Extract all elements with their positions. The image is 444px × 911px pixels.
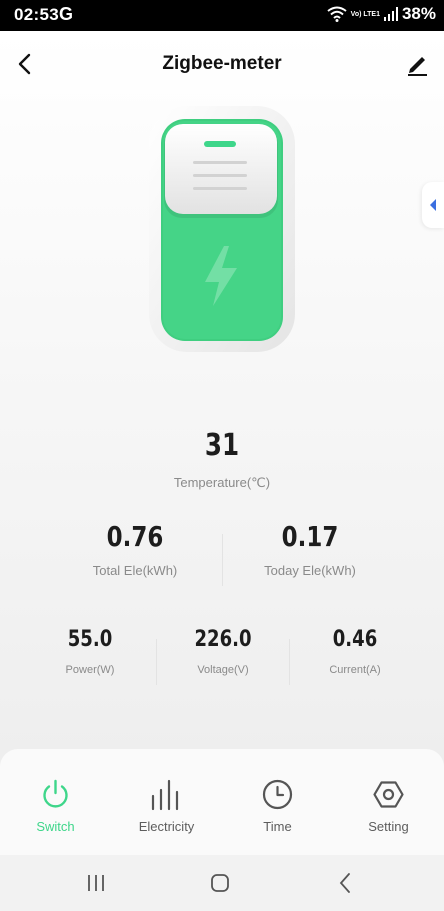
back-icon — [339, 873, 350, 893]
nav-electricity-label: Electricity — [138, 819, 195, 834]
divider — [222, 534, 223, 586]
bar-chart-icon — [151, 779, 179, 811]
page-title: Zigbee-meter — [162, 53, 282, 74]
voltage-label: Voltage(V) — [197, 664, 249, 676]
current-value: 0.46 — [332, 627, 378, 652]
device-illustration — [149, 106, 295, 352]
power-label: Power(W) — [65, 664, 115, 676]
volte-badge: Vo) LTE1 — [350, 10, 380, 18]
google-icon: G — [59, 4, 74, 24]
nav-electricity[interactable]: Electricity — [111, 749, 222, 855]
device-panel: Zigbee-meter 31 Temperature(℃) 0.76 Tota… — [0, 31, 444, 855]
nav-switch[interactable]: Switch — [0, 749, 111, 855]
voltage-metric: 226.0 Voltage(V) — [163, 627, 283, 676]
current-metric: 0.46 Current(A) — [295, 627, 415, 676]
total-ele-metric: 0.76 Total Ele(kWh) — [55, 520, 215, 578]
voltage-value: 226.0 — [194, 627, 252, 652]
power-icon — [43, 779, 68, 808]
temperature-metric: 31 Temperature(℃) — [122, 428, 322, 491]
side-drawer-tab[interactable] — [422, 182, 444, 228]
bottom-nav: Switch Electricity Time Setting — [0, 749, 444, 855]
current-label: Current(A) — [329, 664, 381, 676]
edit-button[interactable] — [402, 49, 432, 79]
clock-icon — [262, 779, 293, 810]
power-value: 55.0 — [67, 627, 113, 652]
caret-left-icon — [430, 199, 436, 211]
temperature-label: Temperature(℃) — [173, 475, 271, 490]
divider — [156, 639, 157, 685]
system-nav-bar — [0, 855, 444, 911]
header: Zigbee-meter — [0, 31, 444, 97]
today-ele-value: 0.17 — [281, 520, 339, 553]
status-system-icons: Vo) LTE1 38% — [327, 4, 436, 24]
hexagon-settings-icon — [373, 781, 404, 808]
today-ele-metric: 0.17 Today Ele(kWh) — [230, 520, 390, 578]
recents-button[interactable] — [76, 871, 116, 895]
nav-setting-label: Setting — [368, 819, 409, 834]
total-ele-value: 0.76 — [106, 520, 164, 553]
home-button[interactable] — [200, 871, 240, 895]
pencil-icon — [408, 57, 427, 76]
divider — [289, 639, 290, 685]
recents-icon — [88, 875, 104, 891]
status-time: 02:53 — [14, 5, 59, 24]
status-bar: 02:53 G Vo) LTE1 38% — [0, 0, 444, 31]
battery-percent: 38% — [401, 4, 436, 23]
signal-icon — [383, 7, 398, 21]
today-ele-label: Today Ele(kWh) — [264, 563, 356, 578]
wifi-icon — [327, 6, 347, 22]
total-ele-label: Total Ele(kWh) — [92, 563, 178, 578]
nav-time-label: Time — [263, 819, 292, 834]
nav-setting[interactable]: Setting — [333, 749, 444, 855]
temperature-value: 31 — [204, 428, 240, 463]
home-icon — [211, 874, 229, 892]
system-back-button[interactable] — [325, 871, 365, 895]
nav-switch-label: Switch — [36, 819, 75, 834]
nav-time[interactable]: Time — [222, 749, 333, 855]
power-metric: 55.0 Power(W) — [30, 627, 150, 676]
